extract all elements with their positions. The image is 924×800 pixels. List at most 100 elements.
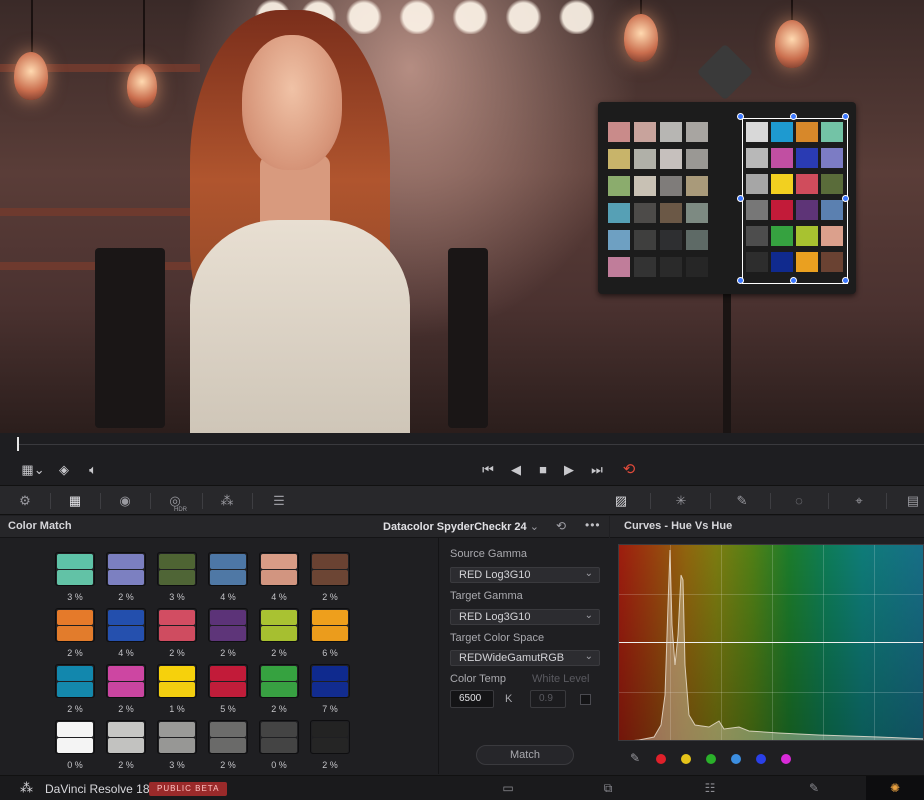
fusion-page-icon[interactable]: ✎	[804, 780, 824, 796]
swatch-target	[312, 554, 348, 569]
color-swatch[interactable]	[208, 720, 248, 754]
color-swatch[interactable]	[157, 552, 197, 586]
color-swatch[interactable]	[208, 664, 248, 698]
swatch-percentage: 2 %	[118, 760, 134, 770]
color-swatch[interactable]	[55, 552, 95, 586]
chart-patch	[821, 148, 843, 168]
step-back-icon[interactable]: ◀	[507, 461, 525, 479]
frame-handle[interactable]	[737, 277, 744, 284]
frame-handle[interactable]	[737, 113, 744, 120]
target-color-space-value: REDWideGamutRGB	[459, 652, 565, 664]
go-to-start-icon[interactable]: ⏮	[478, 461, 498, 479]
color-swatch[interactable]	[157, 608, 197, 642]
color-swatch[interactable]	[259, 552, 299, 586]
spydercheckr-chart[interactable]	[598, 102, 856, 294]
color-swatch[interactable]	[157, 720, 197, 754]
reset-icon[interactable]: ⟲	[556, 519, 566, 533]
color-swatch[interactable]	[55, 608, 95, 642]
playhead[interactable]	[17, 437, 19, 451]
color-swatch[interactable]	[259, 664, 299, 698]
swatch-percentage: 3 %	[169, 592, 185, 602]
hue-swatch-dot[interactable]	[681, 754, 691, 764]
color-swatch[interactable]	[208, 608, 248, 642]
go-to-end-icon[interactable]: ⏭	[586, 461, 608, 479]
color-warper-icon[interactable]: ✳	[670, 490, 692, 512]
scrubber[interactable]	[0, 433, 924, 455]
chart-patch	[686, 203, 708, 223]
color-swatch[interactable]	[310, 720, 350, 754]
hue-swatch-dot[interactable]	[756, 754, 766, 764]
frame-handle[interactable]	[790, 277, 797, 284]
target-gamma-label: Target Gamma	[450, 590, 523, 602]
color-swatch[interactable]	[106, 664, 146, 698]
swatch-target	[159, 666, 195, 681]
hue-curve[interactable]	[619, 642, 923, 643]
color-swatch[interactable]	[208, 552, 248, 586]
frame-handle[interactable]	[737, 195, 744, 202]
white-level-field[interactable]: 0.9	[530, 690, 566, 708]
cut-page-icon[interactable]: ⧉	[598, 780, 618, 796]
color-match-icon[interactable]: ▦	[64, 490, 86, 512]
scrubber-track[interactable]	[18, 444, 924, 445]
target-color-space-dropdown[interactable]: REDWideGamutRGB ⌄	[450, 650, 600, 666]
loop-icon[interactable]: ⟲	[618, 461, 640, 479]
motion-effects-icon[interactable]: ☰	[266, 490, 292, 512]
frame-handle[interactable]	[790, 113, 797, 120]
chart-patch	[771, 174, 793, 194]
separator	[100, 493, 101, 509]
qualifier-icon[interactable]: ✎	[731, 490, 753, 512]
color-swatch[interactable]	[106, 720, 146, 754]
color-swatch[interactable]	[55, 720, 95, 754]
swatch-percentage: 2 %	[271, 648, 287, 658]
swatch-source	[312, 682, 348, 697]
magic-mask-icon[interactable]: ▤	[902, 490, 924, 512]
chart-patch	[686, 176, 708, 196]
layers-icon[interactable]: ◈	[55, 461, 73, 479]
white-level-checkbox[interactable]	[580, 694, 591, 705]
color-swatch[interactable]	[310, 552, 350, 586]
media-page-icon[interactable]: ▭	[498, 780, 518, 796]
source-gamma-dropdown[interactable]: RED Log3G10 ⌄	[450, 567, 600, 583]
color-swatch[interactable]	[157, 664, 197, 698]
color-swatch[interactable]	[259, 720, 299, 754]
hue-swatch-dot[interactable]	[781, 754, 791, 764]
color-swatch[interactable]	[106, 608, 146, 642]
color-wheels-icon[interactable]: ⚙	[14, 490, 36, 512]
volume-icon[interactable]: 🔈︎	[84, 461, 102, 479]
rgb-mixer-icon[interactable]: ⁂	[216, 490, 238, 512]
picker-icon[interactable]: ✎	[630, 751, 640, 765]
tracker-icon[interactable]: ⌖	[848, 490, 870, 512]
primaries-icon[interactable]: ◉	[114, 490, 136, 512]
color-swatch[interactable]	[106, 552, 146, 586]
lamp-cord	[31, 0, 33, 52]
viewer-image	[0, 0, 924, 433]
chart-select-label: Datacolor SpyderCheckr 24	[383, 521, 527, 533]
curves-panel: ✎	[610, 538, 924, 774]
color-temp-field[interactable]: 6500	[450, 690, 494, 708]
more-options-icon[interactable]: •••	[585, 518, 601, 532]
frame-handle[interactable]	[842, 113, 849, 120]
color-page-icon[interactable]: ✺	[866, 776, 924, 800]
target-gamma-dropdown[interactable]: RED Log3G10 ⌄	[450, 609, 600, 625]
hdr-icon[interactable]: ◎ HDR	[164, 490, 187, 513]
edit-page-icon[interactable]: ☷	[700, 780, 720, 796]
stop-icon[interactable]: ■	[534, 461, 552, 479]
hue-swatch-dot[interactable]	[731, 754, 741, 764]
play-icon[interactable]: ▶	[560, 461, 578, 479]
color-swatch[interactable]	[259, 608, 299, 642]
separator	[770, 493, 771, 509]
frame-handle[interactable]	[842, 277, 849, 284]
window-icon[interactable]: ◌	[788, 490, 810, 512]
chart-patch	[746, 252, 768, 272]
frame-handle[interactable]	[842, 195, 849, 202]
color-swatch[interactable]	[310, 608, 350, 642]
hue-swatch-dot[interactable]	[706, 754, 716, 764]
color-swatch[interactable]	[55, 664, 95, 698]
chart-select[interactable]: Datacolor SpyderCheckr 24 ⌄	[383, 520, 539, 533]
color-swatch[interactable]	[310, 664, 350, 698]
match-button[interactable]: Match	[476, 745, 574, 765]
hue-vs-hue-graph[interactable]	[618, 544, 924, 741]
viewer-options-icon[interactable]: ▦⌄	[18, 461, 48, 479]
curves-icon[interactable]: ▨	[610, 490, 632, 512]
hue-swatch-dot[interactable]	[656, 754, 666, 764]
